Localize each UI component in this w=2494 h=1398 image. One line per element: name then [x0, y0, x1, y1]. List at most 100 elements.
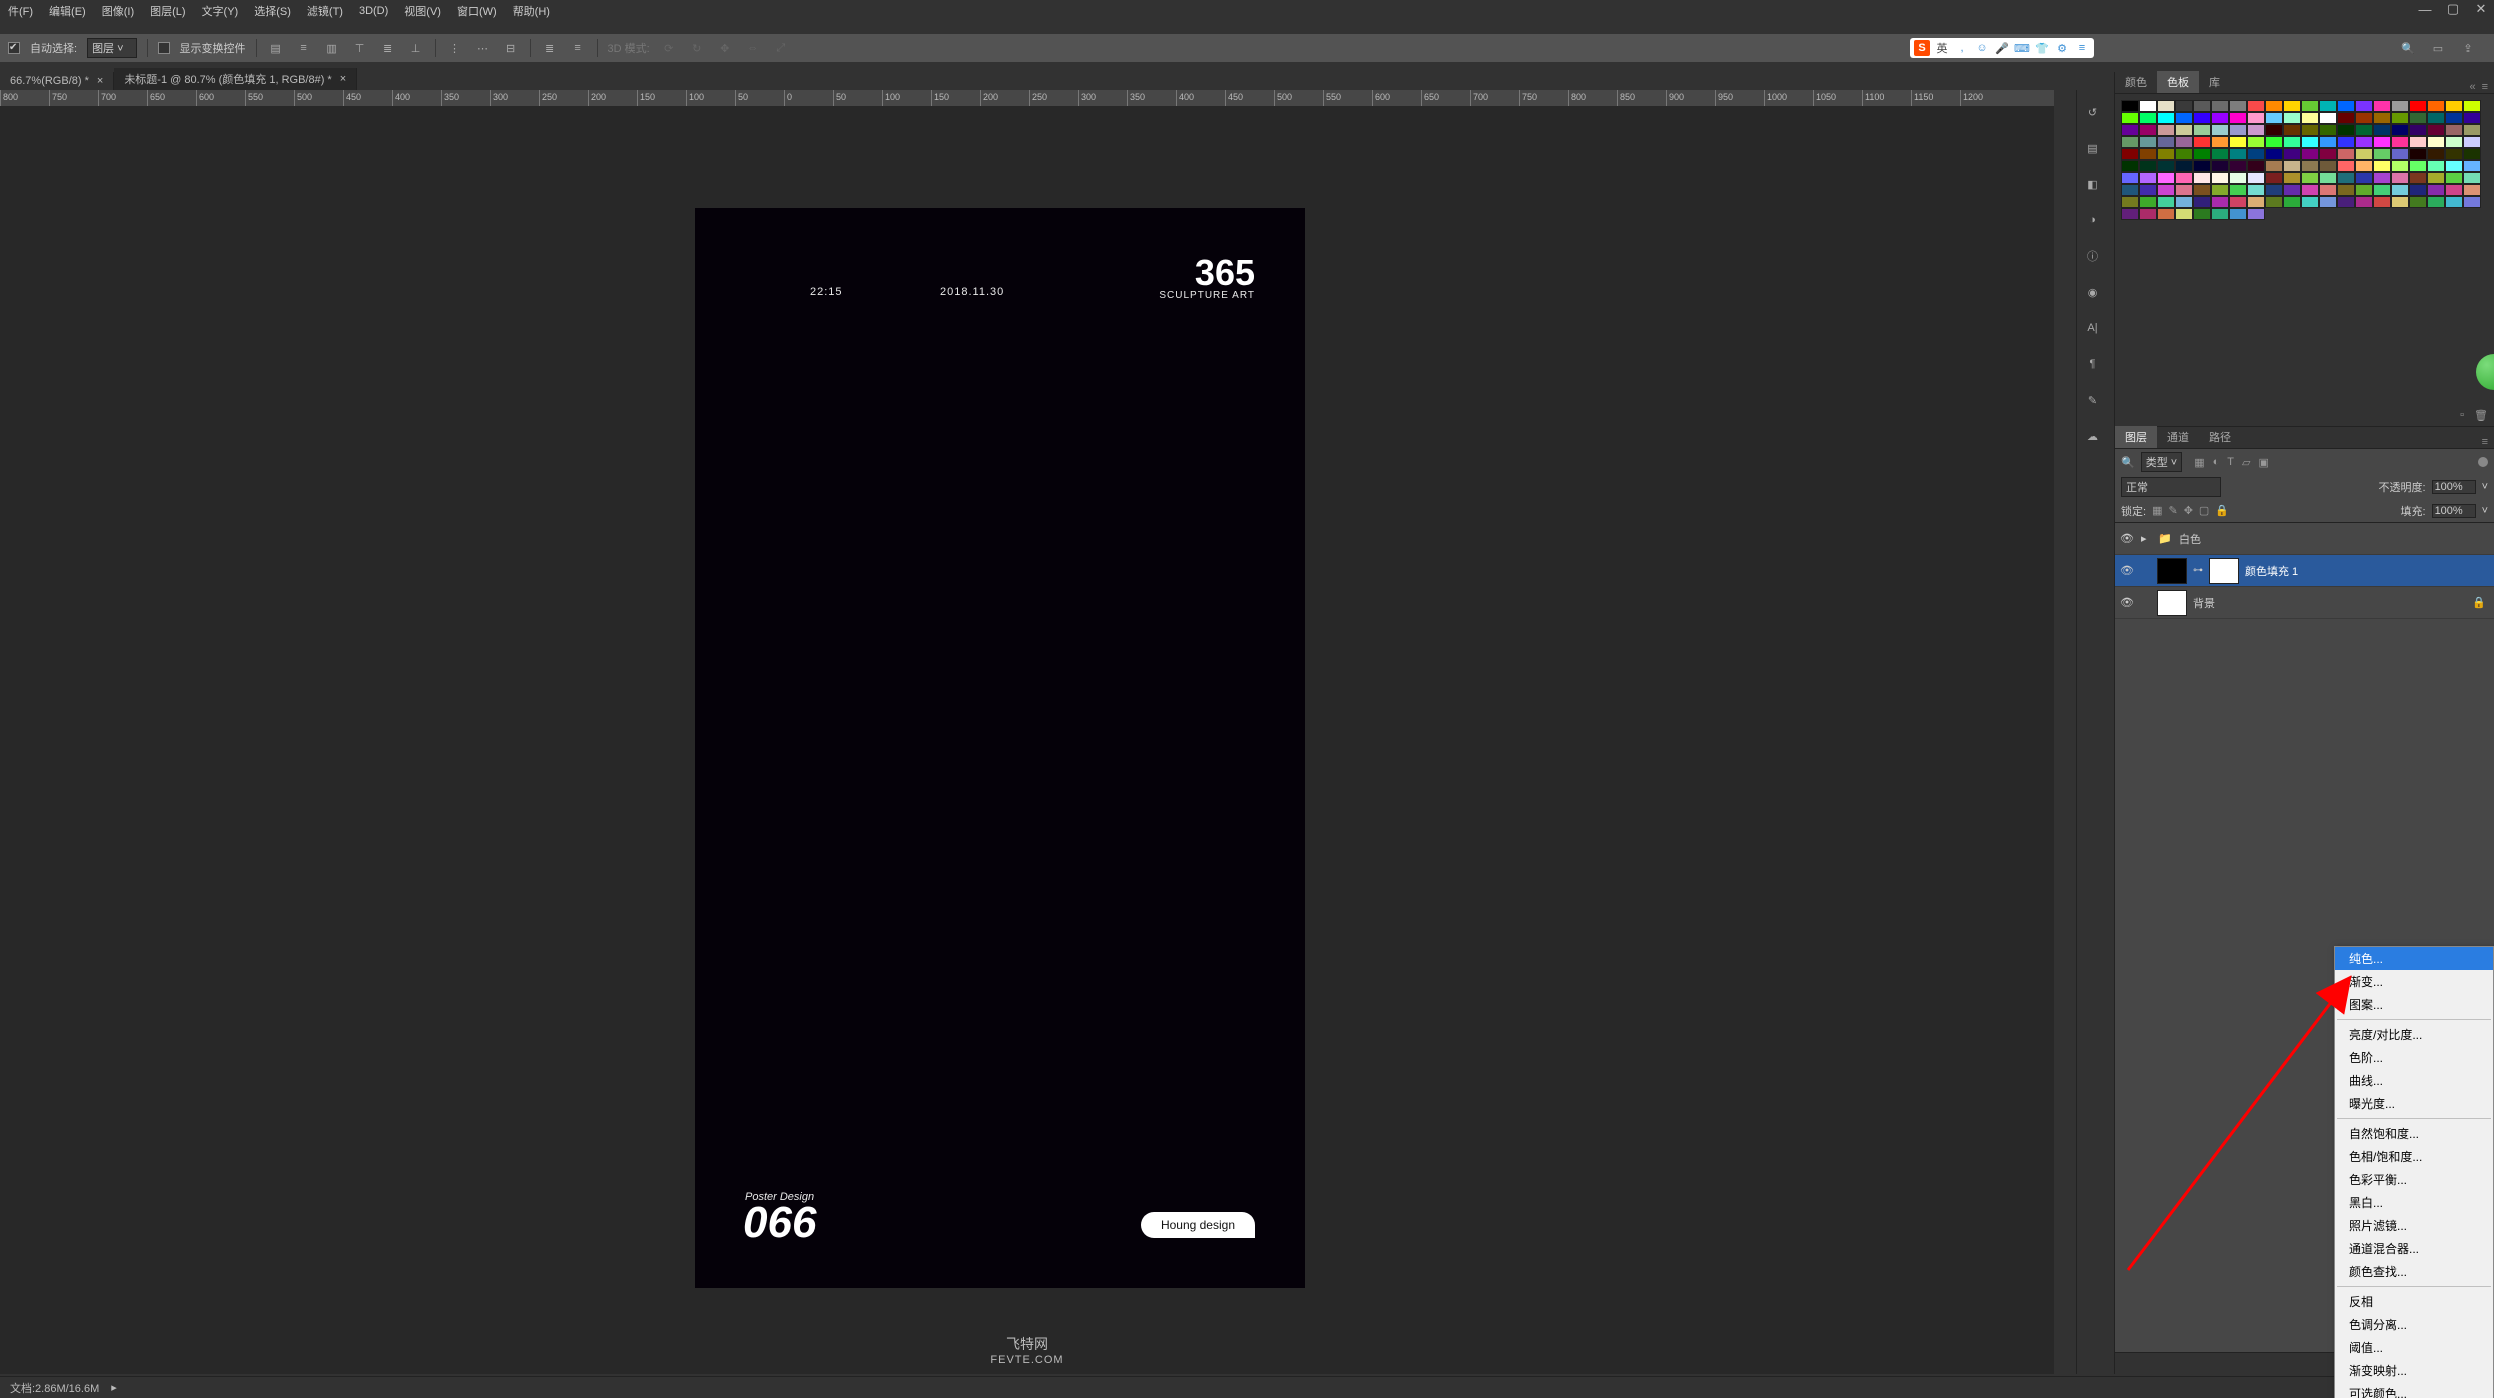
- swatch[interactable]: [2283, 136, 2301, 148]
- swatch[interactable]: [2427, 100, 2445, 112]
- swatch[interactable]: [2337, 112, 2355, 124]
- swatch[interactable]: [2265, 172, 2283, 184]
- swatch[interactable]: [2175, 196, 2193, 208]
- paragraph-icon[interactable]: ¶: [2083, 354, 2103, 374]
- menu-layer[interactable]: 图层(L): [142, 3, 193, 19]
- swatch[interactable]: [2247, 184, 2265, 196]
- swatch[interactable]: [2427, 148, 2445, 160]
- swatch[interactable]: [2121, 136, 2139, 148]
- swatch[interactable]: [2211, 160, 2229, 172]
- context-menu-item[interactable]: 通道混合器...: [2335, 1237, 2493, 1260]
- swatch[interactable]: [2301, 148, 2319, 160]
- panel-collapse-icon[interactable]: «: [2469, 81, 2475, 93]
- swatch[interactable]: [2427, 124, 2445, 136]
- swatch[interactable]: [2337, 100, 2355, 112]
- swatch[interactable]: [2265, 160, 2283, 172]
- swatch[interactable]: [2121, 124, 2139, 136]
- swatch[interactable]: [2139, 112, 2157, 124]
- context-menu-item[interactable]: 亮度/对比度...: [2335, 1023, 2493, 1046]
- character-icon[interactable]: A|: [2083, 318, 2103, 338]
- fill-dropdown-icon[interactable]: ˅: [2482, 505, 2488, 517]
- swatch[interactable]: [2247, 172, 2265, 184]
- close-icon[interactable]: ×: [340, 73, 346, 85]
- adjustment-context-menu[interactable]: 纯色...渐变...图案...亮度/对比度...色阶...曲线...曝光度...…: [2334, 946, 2494, 1398]
- swatch[interactable]: [2211, 100, 2229, 112]
- swatch[interactable]: [2373, 100, 2391, 112]
- distribute-h-icon[interactable]: ⋮: [446, 39, 464, 57]
- distribute-v-icon[interactable]: ⋯: [474, 39, 492, 57]
- align-center-v-icon[interactable]: ≣: [379, 39, 397, 57]
- swatch[interactable]: [2427, 112, 2445, 124]
- ime-punct-icon[interactable]: ,: [1954, 40, 1970, 56]
- swatch[interactable]: [2175, 148, 2193, 160]
- adjustments-icon[interactable]: ◑: [2083, 210, 2103, 230]
- context-menu-item[interactable]: 色彩平衡...: [2335, 1168, 2493, 1191]
- context-menu-item[interactable]: 渐变...: [2335, 970, 2493, 993]
- layout-icon[interactable]: ▭: [2430, 40, 2446, 56]
- swatch[interactable]: [2337, 172, 2355, 184]
- close-button[interactable]: ✕: [2474, 2, 2488, 16]
- close-icon[interactable]: ×: [97, 75, 103, 87]
- swatch[interactable]: [2121, 112, 2139, 124]
- swatch[interactable]: [2247, 196, 2265, 208]
- swatch[interactable]: [2157, 160, 2175, 172]
- swatch[interactable]: [2355, 124, 2373, 136]
- swatch[interactable]: [2175, 136, 2193, 148]
- menu-window[interactable]: 窗口(W): [449, 3, 505, 19]
- swatch[interactable]: [2139, 172, 2157, 184]
- swatch[interactable]: [2373, 136, 2391, 148]
- blend-mode-dropdown[interactable]: 正常: [2121, 477, 2221, 497]
- swatch[interactable]: [2229, 172, 2247, 184]
- auto-select-dropdown[interactable]: 图层 ˅: [87, 38, 136, 58]
- swatch[interactable]: [2355, 148, 2373, 160]
- swatch[interactable]: [2283, 172, 2301, 184]
- swatch[interactable]: [2247, 124, 2265, 136]
- swatch[interactable]: [2445, 124, 2463, 136]
- swatch[interactable]: [2445, 136, 2463, 148]
- swatch[interactable]: [2409, 112, 2427, 124]
- swatch[interactable]: [2229, 124, 2247, 136]
- tab-swatches[interactable]: 色板: [2157, 71, 2199, 93]
- swatch[interactable]: [2463, 112, 2481, 124]
- swatch[interactable]: [2409, 172, 2427, 184]
- ruler-horizontal[interactable]: 8007507006506005505004504003503002502001…: [0, 90, 2054, 106]
- swatch[interactable]: [2373, 172, 2391, 184]
- swatch[interactable]: [2193, 124, 2211, 136]
- menu-view[interactable]: 视图(V): [396, 3, 449, 19]
- swatch[interactable]: [2121, 172, 2139, 184]
- visibility-icon[interactable]: 👁: [2119, 596, 2135, 609]
- swatch[interactable]: [2193, 136, 2211, 148]
- swatch[interactable]: [2247, 112, 2265, 124]
- swatch[interactable]: [2139, 124, 2157, 136]
- delete-swatch-icon[interactable]: 🗑: [2474, 409, 2488, 422]
- swatch[interactable]: [2139, 100, 2157, 112]
- panel-menu-icon[interactable]: ≡: [2482, 81, 2488, 93]
- swatch[interactable]: [2409, 160, 2427, 172]
- swatch[interactable]: [2463, 100, 2481, 112]
- align-left-icon[interactable]: ▤: [267, 39, 285, 57]
- auto-select-checkbox[interactable]: [8, 42, 20, 54]
- swatch[interactable]: [2391, 172, 2409, 184]
- swatch[interactable]: [2409, 100, 2427, 112]
- menu-filter[interactable]: 滤镜(T): [299, 3, 351, 19]
- swatch[interactable]: [2391, 196, 2409, 208]
- layer-row-background[interactable]: 👁 背景 🔒: [2115, 587, 2494, 619]
- swatch[interactable]: [2319, 148, 2337, 160]
- doc-info[interactable]: 文档:2.86M/16.6M: [10, 1380, 99, 1396]
- swatch[interactable]: [2211, 172, 2229, 184]
- tab-channels[interactable]: 通道: [2157, 426, 2199, 448]
- swatch[interactable]: [2283, 196, 2301, 208]
- swatch[interactable]: [2175, 100, 2193, 112]
- swatch[interactable]: [2157, 100, 2175, 112]
- swatch[interactable]: [2391, 184, 2409, 196]
- swatch[interactable]: [2139, 136, 2157, 148]
- swatch[interactable]: [2445, 148, 2463, 160]
- brushes-icon[interactable]: ✎: [2083, 390, 2103, 410]
- swatch[interactable]: [2211, 112, 2229, 124]
- document-tab[interactable]: 66.7%(RGB/8) * ×: [0, 72, 114, 90]
- swatch[interactable]: [2211, 124, 2229, 136]
- swatch[interactable]: [2265, 124, 2283, 136]
- swatch[interactable]: [2157, 136, 2175, 148]
- context-menu-item[interactable]: 曝光度...: [2335, 1092, 2493, 1115]
- swatch[interactable]: [2283, 100, 2301, 112]
